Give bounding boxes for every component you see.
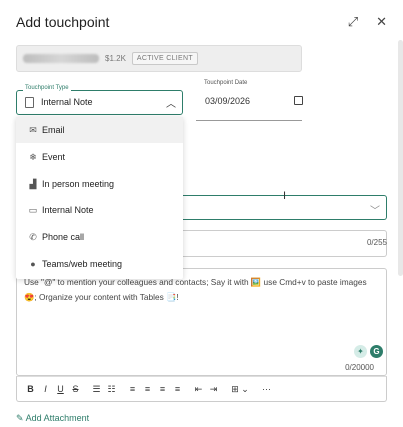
menu-item-label: Internal Note <box>42 205 94 215</box>
add-attachment-label: Add Attachment <box>25 413 90 423</box>
calendar-icon[interactable] <box>294 96 303 105</box>
touchpoint-date-input[interactable]: 03/09/2026 <box>205 96 250 106</box>
bold-button[interactable]: B <box>23 384 38 394</box>
bullet-list-button[interactable]: ☰ <box>89 384 104 395</box>
scrollbar[interactable] <box>398 40 403 276</box>
touchpoint-date-label: Touchpoint Date <box>204 80 248 86</box>
menu-item-label: Phone call <box>42 232 85 242</box>
touchpoint-type-value: Internal Note <box>41 97 93 107</box>
mail-icon: ✉ <box>29 124 37 135</box>
touchpoint-type-menu: ✉ Email ❄ Event ▟ In person meeting ▭ In… <box>16 117 183 279</box>
menu-item-teams-web-meeting[interactable]: ● Teams/web meeting <box>16 251 183 277</box>
close-icon[interactable]: ✕ <box>376 14 387 30</box>
text-cursor-icon: I <box>283 190 287 202</box>
indent-button[interactable]: ⇥ <box>206 384 221 395</box>
menu-item-label: Teams/web meeting <box>42 259 123 269</box>
numbered-list-button[interactable]: ☷ <box>104 384 119 395</box>
align-left-button[interactable]: ≡ <box>125 384 140 394</box>
idea-icon[interactable]: ✦ <box>354 345 367 358</box>
web-meeting-icon: ● <box>30 259 36 269</box>
touchpoint-type-label: Touchpoint Type <box>23 85 71 91</box>
subject-counter: 0/255 <box>366 238 387 247</box>
building-icon: ▟ <box>29 178 37 189</box>
menu-item-internal-note[interactable]: ▭ Internal Note <box>16 197 183 223</box>
status-badge: ACTIVE CLIENT <box>131 52 198 65</box>
menu-item-email[interactable]: ✉ Email <box>16 117 183 143</box>
menu-item-in-person-meeting[interactable]: ▟ In person meeting <box>16 171 183 197</box>
expand-icon[interactable]: ⤢ <box>348 14 358 30</box>
touchpoint-type-select[interactable]: Touchpoint Type Internal Note ︿ <box>16 85 183 115</box>
chevron-down-icon: ﹀ <box>370 206 380 217</box>
menu-item-label: Email <box>42 125 65 135</box>
align-center-button[interactable]: ≡ <box>140 384 155 394</box>
client-name-redacted <box>23 54 99 63</box>
client-bar: $1.2K ACTIVE CLIENT <box>16 45 302 72</box>
italic-button[interactable]: I <box>38 384 53 394</box>
subject-input[interactable] <box>183 230 387 257</box>
menu-item-label: In person meeting <box>42 179 115 189</box>
note-editor[interactable]: Use "@" to mention your colleagues and c… <box>16 268 387 376</box>
note-icon <box>25 97 34 108</box>
strikethrough-button[interactable]: S <box>68 384 83 394</box>
editor-placeholder: Use "@" to mention your colleagues and c… <box>24 277 367 302</box>
grammar-icon[interactable]: G <box>370 345 383 358</box>
menu-item-label: Event <box>42 152 66 162</box>
menu-item-event[interactable]: ❄ Event <box>16 144 183 170</box>
justify-button[interactable]: ≡ <box>170 384 185 394</box>
editor-counter: 0/20000 <box>345 363 374 372</box>
align-right-button[interactable]: ≡ <box>155 384 170 394</box>
outdent-button[interactable]: ⇤ <box>191 384 206 395</box>
event-icon: ❄ <box>29 151 37 162</box>
client-amount: $1.2K <box>105 54 126 63</box>
menu-item-phone-call[interactable]: ✆ Phone call <box>16 224 183 250</box>
underline-button[interactable]: U <box>53 384 68 394</box>
table-button[interactable]: ⊞ ⌄ <box>227 384 253 395</box>
note-icon: ▭ <box>28 204 38 215</box>
paperclip-icon: ✎ <box>16 413 24 423</box>
date-underline <box>196 120 302 121</box>
dialog-header: Add touchpoint ⤢ ✕ <box>16 12 387 32</box>
chevron-up-icon: ︿ <box>166 99 176 110</box>
phone-icon: ✆ <box>29 231 37 242</box>
editor-toolbar: B I U S ☰ ☷ ≡ ≡ ≡ ≡ ⇤ ⇥ ⊞ ⌄ ··· <box>16 376 387 402</box>
dialog-title: Add touchpoint <box>16 14 110 30</box>
add-attachment-link[interactable]: ✎ Add Attachment <box>16 413 89 424</box>
more-button[interactable]: ··· <box>259 384 274 394</box>
